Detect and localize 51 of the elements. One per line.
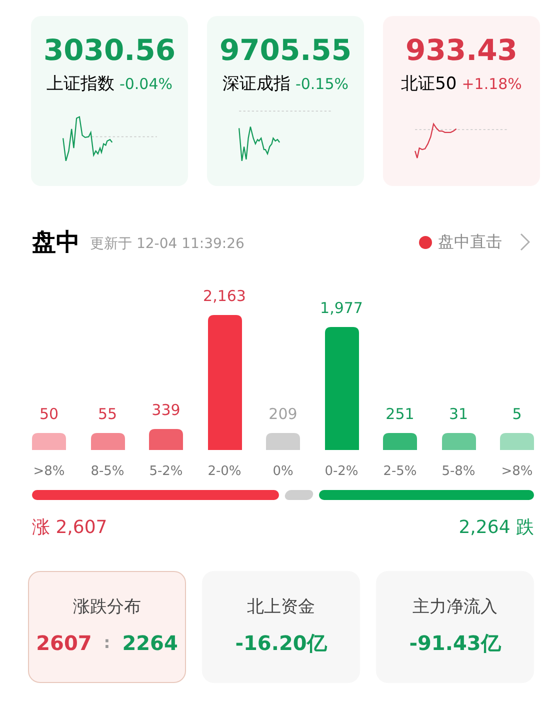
bar-value-label: 209 (268, 404, 298, 424)
rise-total: 涨 2,607 (32, 516, 108, 540)
index-change: -0.15% (295, 74, 349, 95)
index-card[interactable]: 9705.55 深证成指 -0.15% (207, 16, 364, 186)
stat-card[interactable]: 北上资金 -16.20亿 (202, 570, 360, 682)
index-change: +1.18% (462, 74, 522, 95)
bar-value-label: 50 (39, 404, 59, 424)
bar-value-label: 5 (512, 404, 522, 424)
bar-value-label: 1,977 (320, 298, 363, 318)
category-label: 0% (272, 463, 294, 481)
stat-title: 涨跌分布 (73, 596, 141, 619)
bar-value-label: 2,163 (203, 286, 246, 306)
stat-value: -91.43亿 (409, 630, 501, 658)
index-value: 3030.56 (43, 32, 176, 68)
category-label: >8% (500, 463, 534, 481)
category-label: 0-2% (324, 463, 358, 481)
baseline-line (90, 136, 157, 137)
index-value: 9705.55 (219, 32, 352, 68)
bar-value-label: 55 (98, 404, 118, 424)
rise-count: 2607 (36, 630, 92, 658)
fall-total: 2,264 跌 (458, 516, 534, 540)
category-label: 2-5% (383, 463, 417, 481)
section-title: 盘中 (32, 227, 80, 258)
sparkline (238, 126, 280, 161)
stat-card[interactable]: 涨跌分布 2607 : 2264 (28, 570, 186, 682)
index-name: 深证成指 (222, 73, 290, 96)
update-time: 更新于 12-04 11:39:26 (90, 234, 244, 254)
index-card[interactable]: 933.43 北证50 +1.18% (383, 16, 540, 186)
index-name: 北证50 (401, 73, 457, 96)
stat-value: -16.20亿 (235, 630, 327, 658)
bar-value-label: 31 (448, 404, 468, 424)
fall-count: 2264 (122, 630, 178, 658)
bar-value-label: 251 (386, 404, 414, 424)
ratio-segment (284, 490, 315, 500)
index-value: 933.43 (406, 32, 518, 68)
category-label: 5-2% (149, 463, 183, 481)
stat-title: 主力净流入 (412, 596, 498, 619)
chevron-right-icon (520, 233, 530, 251)
stat-title: 北上资金 (247, 596, 315, 619)
sparkline (414, 122, 456, 158)
sparkline (62, 115, 112, 161)
stat-card[interactable]: 主力净流入 -91.43亿 (376, 570, 534, 682)
index-change: -0.04% (119, 74, 173, 95)
category-label: 5-8% (442, 463, 476, 481)
index-name: 上证指数 (46, 73, 114, 96)
separator-text: : (104, 632, 110, 654)
category-label: >8% (32, 463, 66, 481)
bar-value-label: 339 (152, 400, 180, 420)
category-label: 8-5% (90, 463, 124, 481)
category-label: 2-0% (208, 463, 242, 481)
index-card[interactable]: 3030.56 上证指数 -0.04% (31, 16, 188, 186)
